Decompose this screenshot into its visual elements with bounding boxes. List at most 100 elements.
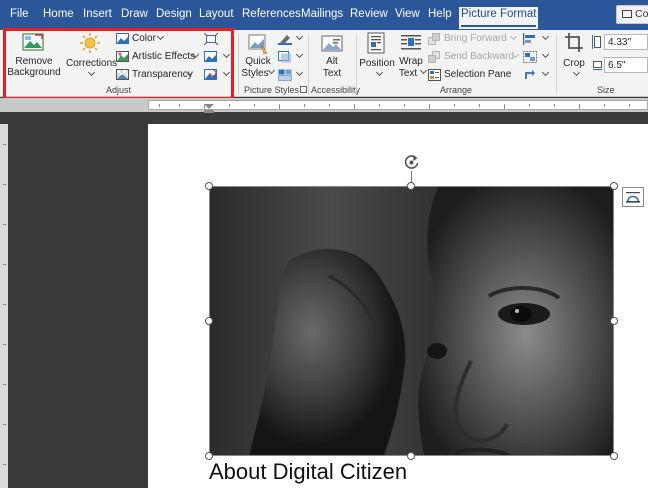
group-label-arrange: Arrange [440, 85, 473, 95]
ruler-tick [3, 384, 6, 385]
picture-layout-chevron-icon[interactable] [295, 68, 304, 77]
ribbon-tab-bar: File Home Insert Draw Design Layout Refe… [0, 0, 648, 30]
resize-handle-left[interactable] [205, 317, 213, 325]
shape-height-icon [592, 35, 601, 49]
alt-text-icon [321, 35, 343, 52]
tab-view[interactable]: View [395, 8, 420, 20]
separator [556, 34, 557, 94]
picture-styles-launcher-icon[interactable] [300, 86, 307, 93]
selection-pane-label: Selection Pane [444, 69, 512, 80]
tab-design[interactable]: Design [156, 8, 192, 20]
ruler-tick [379, 104, 380, 107]
ruler-tick [529, 104, 530, 107]
bring-forward-label: Bring Forward [444, 33, 507, 44]
tab-references[interactable]: References [242, 8, 301, 20]
ruler-tick [329, 104, 330, 107]
separator [308, 34, 309, 94]
layout-options-button[interactable] [622, 187, 644, 207]
portrait-photo [209, 186, 614, 456]
wrap-text-button[interactable]: Wrap Text [396, 32, 428, 82]
rotate-handle-icon[interactable] [403, 154, 420, 171]
crop-button[interactable]: Crop [560, 32, 588, 82]
ruler-tick [479, 104, 480, 107]
tab-review[interactable]: Review [350, 8, 388, 20]
resize-handle-right[interactable] [610, 317, 618, 325]
ruler-tick [3, 424, 6, 425]
send-backward-button[interactable]: Send Backward [428, 50, 520, 64]
selected-picture[interactable] [209, 186, 614, 456]
ruler-tick [354, 104, 355, 109]
ruler-tick [3, 344, 6, 345]
resize-handle-bottom-right[interactable] [610, 452, 618, 460]
wrap-text-icon [401, 35, 421, 50]
selection-pane-icon [428, 69, 441, 81]
active-tab-underline [461, 25, 537, 27]
group-objects-chevron-icon[interactable] [541, 50, 550, 59]
ruler-tick [429, 104, 430, 109]
group-label-size: Size [597, 85, 615, 95]
tab-mailings[interactable]: Mailings [301, 8, 343, 20]
ruler-tick [3, 464, 6, 465]
shape-height-field[interactable]: 4.33" [604, 34, 648, 50]
ruler-tick [579, 104, 580, 109]
wrap-text-chevron-icon [419, 66, 428, 75]
document-body-text[interactable]: About Digital Citizen [209, 459, 407, 485]
quick-styles-icon [248, 34, 268, 55]
alt-text-label-2: Text [322, 68, 342, 79]
horizontal-ruler[interactable] [148, 100, 648, 110]
crop-icon [565, 33, 583, 52]
quick-styles-button[interactable]: Quick Styles [241, 32, 276, 82]
ruler-tick [3, 224, 6, 225]
bring-forward-icon [428, 33, 440, 45]
resize-handle-top-left[interactable] [205, 182, 213, 190]
tab-file[interactable]: File [10, 8, 29, 20]
wrap-text-label-2: Text [398, 68, 418, 79]
group-objects-icon[interactable] [523, 51, 537, 63]
group-label-accessibility: Accessibility [311, 85, 361, 95]
group-label-picture-styles: Picture Styles [244, 85, 300, 95]
position-button[interactable]: Position [359, 32, 395, 82]
resize-handle-bottom[interactable] [407, 452, 415, 460]
tab-insert[interactable]: Insert [83, 8, 112, 20]
shape-width-field[interactable]: 6.5" [604, 57, 648, 73]
quick-styles-chevron-icon [267, 66, 276, 75]
comments-button[interactable]: Co [616, 5, 648, 24]
bring-forward-button[interactable]: Bring Forward [428, 32, 518, 46]
ruler-tick [159, 104, 160, 107]
align-chevron-icon[interactable] [541, 32, 550, 41]
separator [238, 34, 239, 94]
ruler-tick [629, 104, 630, 107]
tab-home[interactable]: Home [43, 8, 74, 20]
alt-text-button[interactable]: Alt Text [314, 32, 350, 82]
picture-layout-icon[interactable] [278, 69, 292, 81]
ruler-tick [454, 104, 455, 107]
rotate-chevron-icon[interactable] [541, 68, 550, 77]
rotate-icon[interactable] [523, 69, 537, 81]
tab-draw[interactable]: Draw [121, 8, 148, 20]
shape-height-value: 4.33" [608, 37, 632, 48]
ruler-tick [3, 304, 6, 305]
position-label: Position [359, 58, 395, 69]
ruler-tick [3, 144, 6, 145]
picture-effects-icon[interactable] [278, 51, 292, 63]
ruler-tick [504, 104, 505, 109]
quick-styles-label-1: Quick [245, 56, 271, 67]
tab-help[interactable]: Help [428, 8, 452, 20]
resize-handle-top[interactable] [407, 182, 415, 190]
selection-pane-button[interactable]: Selection Pane [428, 68, 512, 82]
picture-border-chevron-icon[interactable] [295, 32, 304, 41]
crop-chevron-icon [572, 68, 581, 77]
ruler-tick [229, 104, 230, 107]
tab-picture-format[interactable]: Picture Format [459, 7, 539, 29]
send-backward-icon [428, 51, 440, 63]
picture-effects-chevron-icon[interactable] [295, 50, 304, 59]
wrap-text-label-1: Wrap [399, 56, 423, 67]
vertical-ruler[interactable] [0, 124, 8, 488]
comments-label: Co [635, 8, 648, 20]
align-icon[interactable] [523, 33, 537, 45]
picture-border-icon[interactable] [278, 33, 292, 45]
indent-marker-icon[interactable] [204, 104, 214, 113]
shape-width-value: 6.5" [608, 60, 626, 71]
resize-handle-top-right[interactable] [610, 182, 618, 190]
tab-layout[interactable]: Layout [199, 8, 234, 20]
